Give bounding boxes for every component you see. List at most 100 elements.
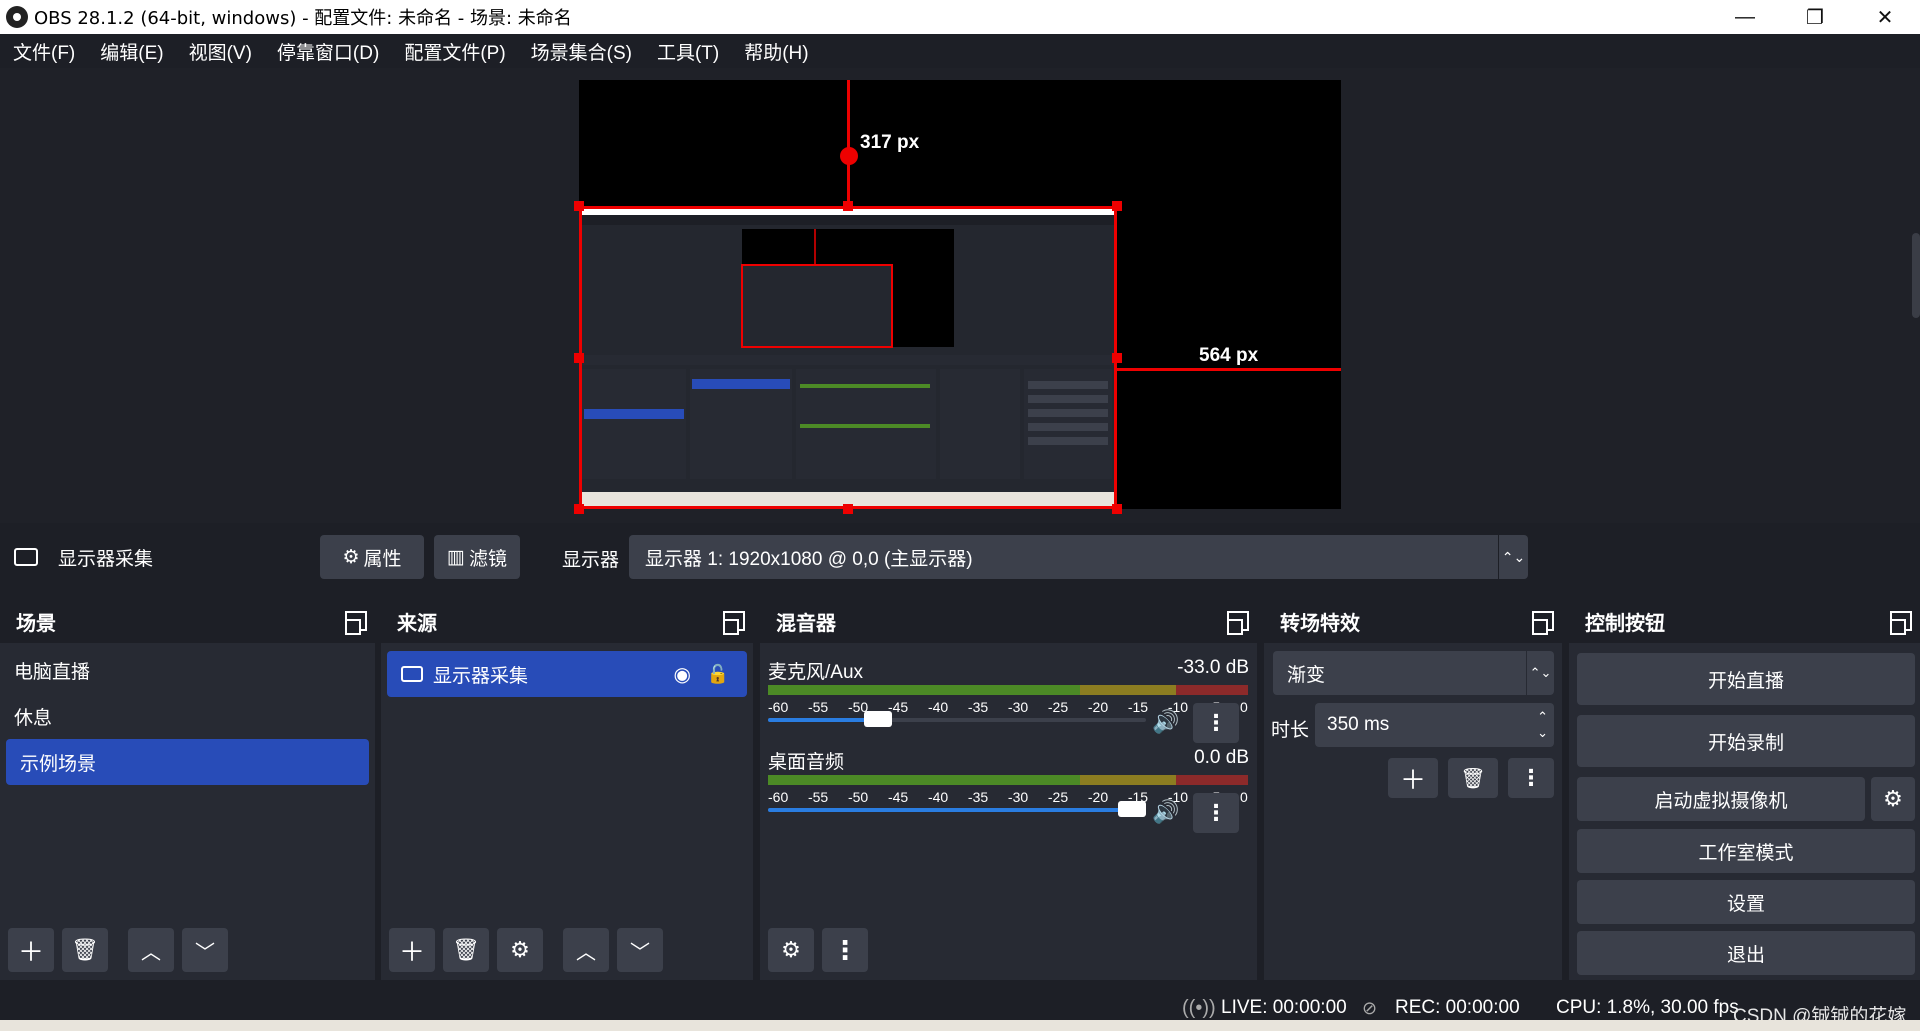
virtual-camera-settings-button[interactable]: ⚙ <box>1871 777 1915 821</box>
scale-tick: -25 <box>1047 699 1069 715</box>
resize-handle[interactable] <box>1112 201 1122 211</box>
spin-arrows-icon[interactable]: ⌃ ⌄ <box>1537 703 1548 747</box>
scenes-header: 场景 <box>0 599 375 643</box>
top-guide-label: 317 px <box>860 132 920 153</box>
resize-handle[interactable] <box>1112 504 1122 514</box>
menu-view[interactable]: 视图(V) <box>189 38 252 65</box>
selected-source-bounds[interactable] <box>579 206 1117 509</box>
volume-slider-fill <box>768 718 878 722</box>
add-transition-button[interactable]: ＋ <box>1388 758 1438 798</box>
undock-icon[interactable] <box>1532 611 1554 635</box>
eye-icon[interactable]: ◉ <box>674 662 691 687</box>
menu-edit[interactable]: 编辑(E) <box>100 38 163 65</box>
scale-tick: -25 <box>1047 789 1069 805</box>
scale-tick: -60 <box>768 789 789 805</box>
minimize-button[interactable]: — <box>1710 0 1780 34</box>
resize-handle[interactable] <box>574 201 584 211</box>
maximize-button[interactable]: ❐ <box>1780 0 1850 34</box>
undock-icon[interactable] <box>723 611 745 635</box>
scene-item[interactable]: 电脑直播 <box>0 647 375 693</box>
speaker-icon[interactable]: 🔊 <box>1152 709 1179 735</box>
undock-icon[interactable] <box>1227 611 1249 635</box>
start-recording-button[interactable]: 开始录制 <box>1577 715 1915 767</box>
duration-value: 350 ms <box>1327 714 1390 735</box>
exit-button[interactable]: 退出 <box>1577 931 1915 975</box>
move-scene-up-button[interactable]: ︿ <box>128 928 174 972</box>
channel-menu-button[interactable]: ⋮ <box>1193 793 1239 833</box>
scenes-dock: 场景 电脑直播 休息 示例场景 ＋ 🗑 ︿ ﹀ <box>0 599 375 980</box>
remove-scene-button[interactable]: 🗑 <box>62 928 108 972</box>
trash-icon: 🗑 <box>71 937 99 962</box>
display-select[interactable]: 显示器 1: 1920x1080 @ 0,0 (主显示器) ⌃⌄ <box>629 535 1528 579</box>
menu-profile[interactable]: 配置文件(P) <box>404 38 505 65</box>
more-vertical-icon: ⋮ <box>832 934 858 965</box>
channel-db: -33.0 dB <box>1177 657 1249 678</box>
volume-slider-knob[interactable] <box>863 711 892 727</box>
window-title: OBS 28.1.2 (64-bit, windows) - 配置文件: 未命名… <box>34 8 572 29</box>
audio-settings-button[interactable]: ⚙ <box>768 928 814 972</box>
mixer-dock: 混音器 麦克风/Aux -33.0 dB -60 -55 -50 -45 -40… <box>760 599 1257 980</box>
menu-docks[interactable]: 停靠窗口(D) <box>277 38 379 65</box>
scale-tick: -40 <box>927 789 949 805</box>
settings-button[interactable]: 设置 <box>1577 880 1915 924</box>
filters-button[interactable]: ▥ 滤镜 <box>434 535 520 579</box>
speaker-icon[interactable]: 🔊 <box>1152 799 1179 825</box>
properties-label: 属性 <box>363 548 402 570</box>
source-properties-button[interactable]: ⚙ <box>497 928 543 972</box>
menu-scene-collection[interactable]: 场景集合(S) <box>531 38 632 65</box>
studio-mode-button[interactable]: 工作室模式 <box>1577 829 1915 873</box>
move-source-down-button[interactable]: ﹀ <box>617 928 663 972</box>
mixer-menu-button[interactable]: ⋮ <box>822 928 868 972</box>
scale-tick: 0 <box>1240 699 1248 715</box>
channel-db: 0.0 dB <box>1194 747 1249 768</box>
resize-handle[interactable] <box>574 353 584 363</box>
chevron-up-icon: ︿ <box>576 941 596 964</box>
resize-handle[interactable] <box>843 504 853 514</box>
volume-slider[interactable] <box>768 711 1146 727</box>
menu-tools[interactable]: 工具(T) <box>657 38 719 65</box>
remove-source-button[interactable]: 🗑 <box>443 928 489 972</box>
preview-scrollbar[interactable] <box>1912 233 1920 318</box>
resize-handle[interactable] <box>843 201 853 211</box>
add-scene-button[interactable]: ＋ <box>8 928 54 972</box>
title-bar: OBS 28.1.2 (64-bit, windows) - 配置文件: 未命名… <box>0 0 1920 34</box>
mixer-channel: 桌面音频 0.0 dB -60 -55 -50 -45 -40 -35 -30 … <box>760 733 1257 833</box>
preview-canvas[interactable]: 317 px 564 px <box>574 80 1341 514</box>
duration-label: 时长 <box>1271 720 1310 741</box>
volume-slider-fill <box>768 808 1146 812</box>
volume-slider-knob[interactable] <box>1118 801 1146 817</box>
transition-menu-button[interactable]: ⋮ <box>1508 758 1554 798</box>
duration-spinbox[interactable]: 350 ms ⌃ ⌄ <box>1315 703 1554 747</box>
menu-file[interactable]: 文件(F) <box>13 38 75 65</box>
scale-tick: -20 <box>1087 789 1109 805</box>
start-streaming-button[interactable]: 开始直播 <box>1577 653 1915 705</box>
resize-handle[interactable] <box>574 504 584 514</box>
add-source-button[interactable]: ＋ <box>389 928 435 972</box>
move-source-up-button[interactable]: ︿ <box>563 928 609 972</box>
controls-title: 控制按钮 <box>1585 612 1665 635</box>
undock-icon[interactable] <box>345 611 367 635</box>
plus-icon: ＋ <box>398 936 425 967</box>
transition-type: 渐变 <box>1287 664 1326 686</box>
close-button[interactable]: ✕ <box>1850 0 1920 34</box>
scene-item[interactable]: 休息 <box>0 693 375 739</box>
undock-icon[interactable] <box>1890 611 1912 635</box>
lock-icon[interactable]: 🔓 <box>707 664 729 685</box>
scene-item-selected[interactable]: 示例场景 <box>6 739 369 785</box>
menu-help[interactable]: 帮助(H) <box>744 38 808 65</box>
gear-icon: ⚙ <box>342 546 360 568</box>
chevron-up-icon: ︿ <box>141 941 161 964</box>
volume-slider[interactable] <box>768 801 1146 817</box>
move-scene-down-button[interactable]: ﹀ <box>182 928 228 972</box>
properties-button[interactable]: ⚙ 属性 <box>320 535 424 579</box>
source-item[interactable]: 显示器采集 ◉ 🔓 <box>387 651 747 697</box>
start-virtual-camera-button[interactable]: 启动虚拟摄像机 <box>1577 777 1865 821</box>
transitions-header: 转场特效 <box>1264 599 1562 643</box>
chevron-down-icon: ﹀ <box>630 941 650 964</box>
remove-transition-button[interactable]: 🗑 <box>1448 758 1498 798</box>
resize-handle[interactable] <box>1112 353 1122 363</box>
mixer-channel: 麦克风/Aux -33.0 dB -60 -55 -50 -45 -40 -35… <box>760 643 1257 743</box>
transition-select[interactable]: 渐变 ⌃⌄ <box>1273 651 1554 695</box>
scale-tick: -45 <box>887 789 909 805</box>
record-status-icon: ⊘ <box>1362 997 1378 1018</box>
